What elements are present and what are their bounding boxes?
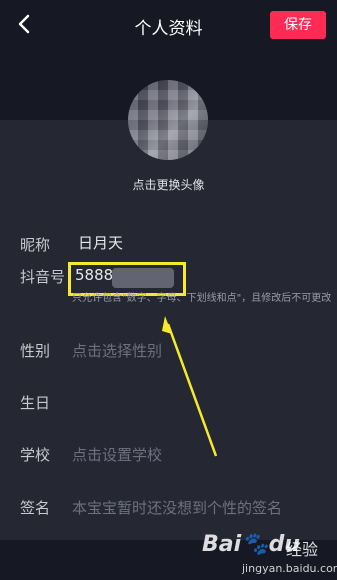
arrow-head-icon [162,316,172,334]
watermark-text: 经验 [286,540,319,559]
paw-icon: 🐾 [241,532,269,557]
watermark-url: jingyan.baidu.com [242,562,337,575]
annotation-arrow [162,316,218,457]
baidu-watermark: Bai🐾du 经验 jingyan.baidu.com [202,532,337,578]
